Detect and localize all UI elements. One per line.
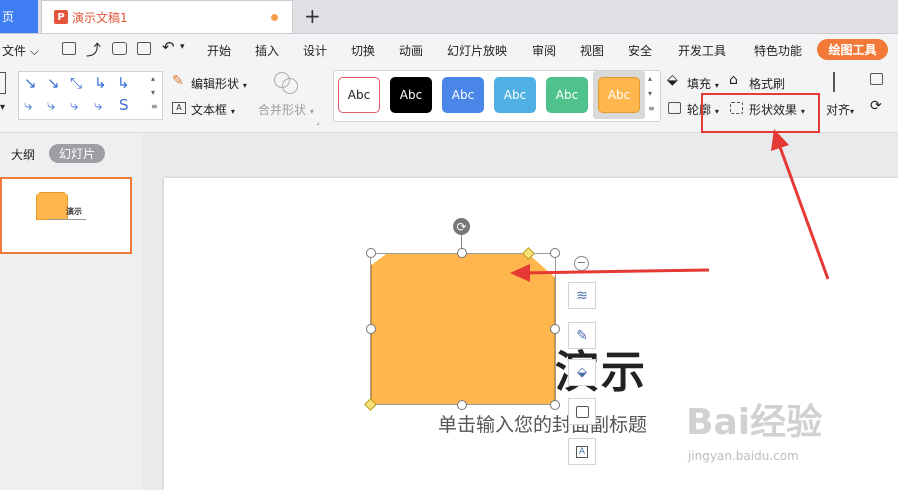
arrow-to-shape bbox=[521, 268, 710, 275]
watermark-url: jingyan.baidu.com bbox=[688, 449, 799, 463]
watermark-logo: Bai经验 bbox=[686, 402, 823, 443]
arrow-to-effects bbox=[778, 146, 830, 280]
arrowhead-effects bbox=[771, 129, 789, 151]
arrowhead-shape bbox=[510, 264, 530, 282]
